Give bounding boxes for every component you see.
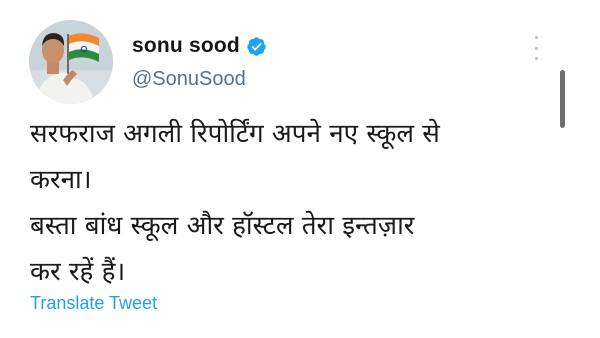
author-name-row: sonu sood xyxy=(132,34,267,58)
author-display-name[interactable]: sonu sood xyxy=(132,34,240,58)
tweet-text-line: करना। xyxy=(30,165,92,195)
more-dot xyxy=(534,36,538,39)
tweet-text: सरफराज अगली रिपोर्टिंग अपने नए स्कूल से … xyxy=(30,111,550,295)
verified-badge-icon xyxy=(247,36,266,56)
tweet-text-line: सरफराज अगली रिपोर्टिंग अपने नए स्कूल से xyxy=(30,119,440,149)
translate-tweet-link[interactable]: Translate Tweet xyxy=(30,293,157,314)
scrollbar[interactable] xyxy=(560,70,565,128)
tweet-text-line: कर रहें हैं। xyxy=(30,257,126,287)
more-vertical-icon[interactable] xyxy=(528,36,544,60)
avatar-photo-icon xyxy=(29,20,113,104)
more-dot xyxy=(534,57,538,60)
tweet-text-line: बस्ता बांध स्कूल और हॉस्टल तेरा इन्तज़ार xyxy=(30,211,415,241)
tweet-card: sonu sood @SonuSood सरफराज अगली रिपोर्टि… xyxy=(0,0,600,338)
more-dot xyxy=(534,46,538,50)
author-handle[interactable]: @SonuSood xyxy=(132,68,246,91)
avatar[interactable] xyxy=(29,20,113,104)
